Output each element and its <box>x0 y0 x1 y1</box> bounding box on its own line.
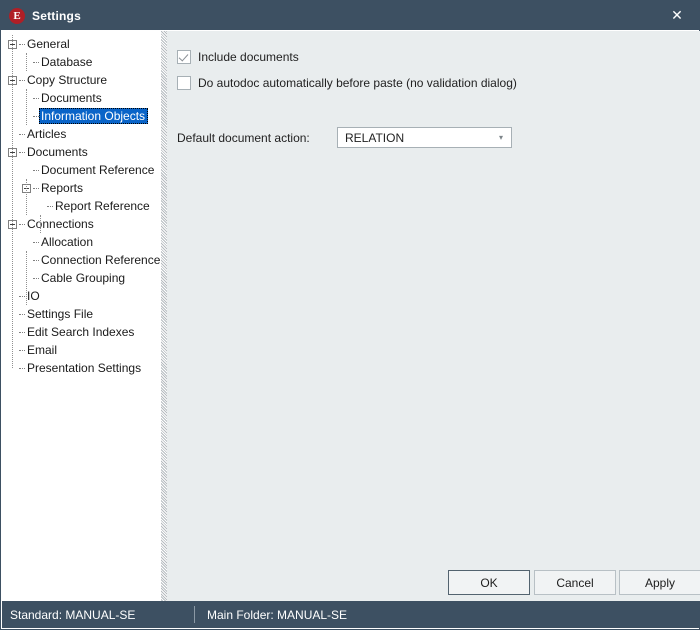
status-standard: Standard: MANUAL-SE <box>10 607 136 622</box>
statusbar: Standard: MANUAL-SE Main Folder: MANUAL-… <box>2 601 700 628</box>
tree-item-label: Connection Reference <box>41 253 161 267</box>
tree-item[interactable]: Documents <box>2 143 161 161</box>
tree-guide-line <box>26 251 27 305</box>
e-logo-icon: E <box>9 7 25 24</box>
include-documents-row[interactable]: Include documents <box>177 50 299 64</box>
tree-item[interactable]: Edit Search Indexes <box>2 323 161 341</box>
ok-button[interactable]: OK <box>448 570 530 595</box>
window-title: Settings <box>32 8 81 23</box>
tree-item-label: Allocation <box>41 235 94 249</box>
cancel-button[interactable]: Cancel <box>534 570 616 595</box>
tree-item-label: Reports <box>41 181 84 195</box>
settings-tree[interactable]: General Database Copy Structure Documents In… <box>2 31 161 603</box>
default-document-action-select[interactable]: RELATION ▾ <box>337 127 512 148</box>
tree-item-label: General <box>27 37 70 51</box>
tree-item-label: Information Objects <box>39 108 149 124</box>
tree-item-label: Settings File <box>27 307 94 321</box>
tree-guide-line <box>40 215 41 233</box>
content-panel: Include documents Do autodoc automatical… <box>167 31 700 603</box>
tree-item[interactable]: Document Reference <box>2 161 161 179</box>
tree-item-label: Copy Structure <box>27 73 108 87</box>
apply-button[interactable]: Apply <box>619 570 700 595</box>
tree-item[interactable]: Articles <box>2 125 161 143</box>
tree-guide-line <box>26 179 27 215</box>
include-documents-label: Include documents <box>198 50 299 64</box>
settings-dialog: E Settings ✕ General Database Copy Structu… <box>0 0 700 630</box>
tree-item-label: Cable Grouping <box>41 271 126 285</box>
include-documents-checkbox[interactable] <box>177 50 191 64</box>
tree-item-label: Articles <box>27 127 67 141</box>
tree-item[interactable]: Presentation Settings <box>2 359 161 377</box>
close-icon[interactable]: ✕ <box>655 1 699 30</box>
tree-item-label: Report Reference <box>55 199 150 213</box>
tree-item-label: IO <box>27 289 40 303</box>
autodoc-label: Do autodoc automatically before paste (n… <box>198 76 517 90</box>
tree-guide-line <box>12 35 13 368</box>
tree-guide-line <box>26 89 27 125</box>
tree-item-label: Documents <box>27 145 88 159</box>
tree-item[interactable]: Email <box>2 341 161 359</box>
autodoc-row[interactable]: Do autodoc automatically before paste (n… <box>177 76 517 90</box>
tree-item-label: Connections <box>27 217 94 231</box>
default-document-action-label: Default document action: <box>177 131 310 145</box>
tree-item[interactable]: Settings File <box>2 305 161 323</box>
tree-guide-line <box>26 53 27 71</box>
tree-item-label: Email <box>27 343 58 357</box>
tree-item-label: Database <box>41 55 93 69</box>
tree-item-label: Presentation Settings <box>27 361 142 375</box>
status-main-folder: Main Folder: MANUAL-SE <box>207 607 348 622</box>
tree-item[interactable]: General <box>2 35 161 53</box>
tree-item[interactable]: Connections <box>2 215 161 233</box>
default-document-action-value: RELATION <box>345 130 405 145</box>
autodoc-checkbox[interactable] <box>177 76 191 90</box>
tree-item[interactable]: Allocation <box>2 233 161 251</box>
titlebar: E Settings ✕ <box>1 1 699 30</box>
tree-item-label: Documents <box>41 91 102 105</box>
tree-item-label: Document Reference <box>41 163 155 177</box>
tree-item[interactable]: Copy Structure <box>2 71 161 89</box>
chevron-down-icon[interactable]: ▾ <box>491 133 511 142</box>
tree-item-label: Edit Search Indexes <box>27 325 135 339</box>
